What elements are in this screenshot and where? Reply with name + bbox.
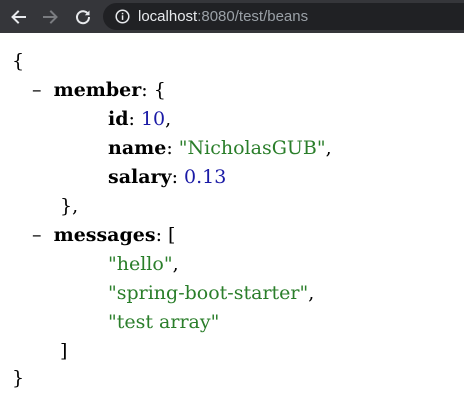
reload-button[interactable]	[72, 6, 94, 28]
member-close-brace: },	[60, 195, 79, 217]
member-line: – member: {	[32, 79, 166, 101]
member-field-name: name: "NicholasGUB",	[108, 137, 332, 159]
field-key: name	[108, 137, 167, 159]
messages-item: "spring-boot-starter",	[108, 282, 315, 304]
member-field-id: id: 10,	[108, 108, 172, 130]
messages-close-bracket: ]	[60, 340, 68, 362]
messages-collapse-toggle[interactable]: –	[32, 224, 42, 246]
arrow-right-icon	[43, 10, 58, 24]
messages-key: messages	[53, 224, 156, 246]
browser-toolbar: localhost:8080/test/beans	[0, 0, 464, 33]
messages-line: – messages: [	[32, 224, 176, 246]
field-value-number: 10	[140, 108, 166, 130]
back-button[interactable]	[7, 6, 29, 28]
info-icon[interactable]	[115, 9, 130, 24]
address-bar[interactable]: localhost:8080/test/beans	[103, 3, 464, 30]
array-value-string: "test array"	[108, 311, 220, 333]
root-open-brace: {	[12, 50, 25, 72]
field-value-string: "NicholasGUB"	[178, 137, 326, 159]
messages-item: "test array"	[108, 310, 219, 334]
reload-icon	[76, 10, 91, 25]
url-path: :8080/test/beans	[197, 8, 309, 25]
member-field-salary: salary: 0.13	[108, 166, 227, 188]
arrow-left-icon	[11, 10, 26, 24]
url-text[interactable]: localhost:8080/test/beans	[138, 7, 308, 26]
field-value-number: 0.13	[184, 166, 227, 188]
field-key: id	[108, 108, 129, 130]
member-collapse-toggle[interactable]: –	[32, 79, 42, 101]
url-host: localhost	[138, 8, 198, 25]
messages-item: "hello",	[108, 253, 179, 275]
root-close-brace: }	[12, 367, 25, 389]
member-open-brace: {	[153, 79, 166, 101]
field-key: salary	[108, 166, 172, 188]
array-value-string: "hello"	[108, 253, 173, 275]
json-viewer: { – member: { id: 10, name: "NicholasGUB…	[0, 33, 464, 400]
array-value-string: "spring-boot-starter"	[108, 282, 309, 304]
forward-button[interactable]	[40, 6, 62, 28]
messages-open-bracket: [	[168, 224, 176, 246]
member-key: member	[53, 79, 142, 101]
